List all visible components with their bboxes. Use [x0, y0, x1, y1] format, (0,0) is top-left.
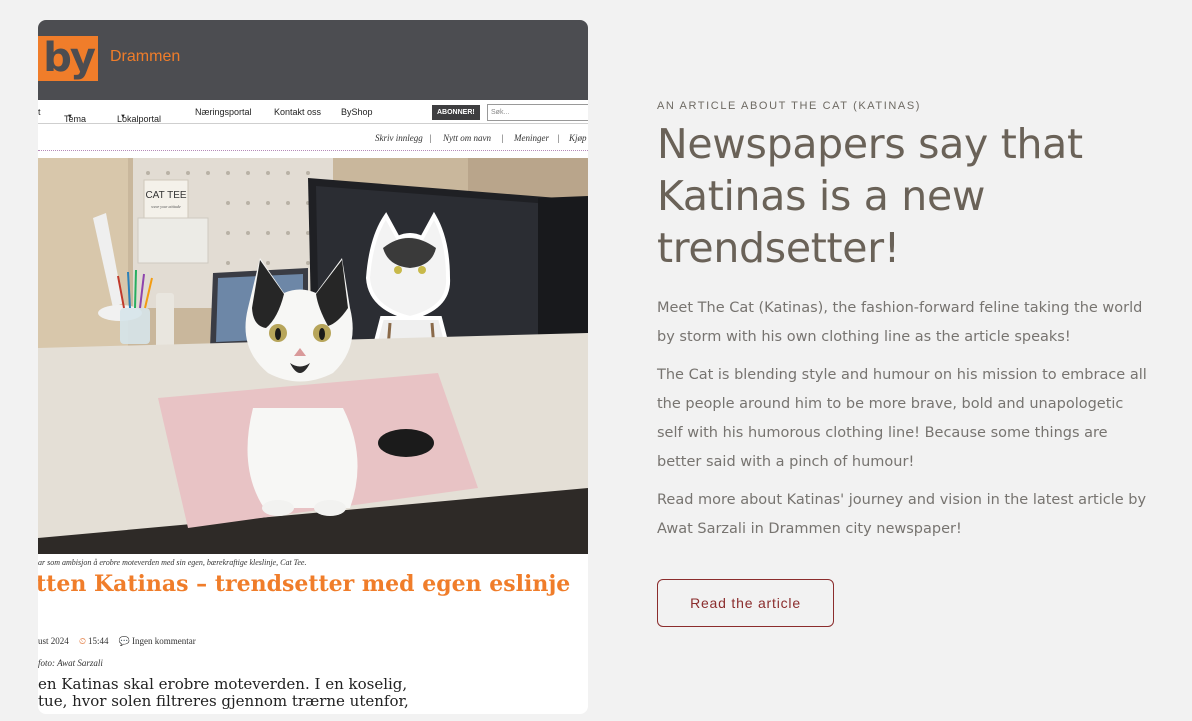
article-date: ust 2024	[38, 636, 69, 646]
sublink-skriv: Skriv innlegg	[375, 133, 423, 143]
mission-paragraph: The Cat is blending style and humour on …	[657, 367, 1147, 470]
photo-sign-subtext: wear your attitude	[151, 204, 181, 209]
newspaper-logo: by	[38, 36, 98, 81]
page-title: Newspapers say that Katinas is a new tre…	[657, 120, 1083, 272]
newspaper-search-box: Søk...	[487, 104, 588, 121]
caret-down-icon: ▼	[67, 114, 73, 120]
article-teaser: AN ARTICLE ABOUT THE CAT (KATINAS) Newsp…	[657, 100, 1147, 627]
sublink-kjop: Kjøp	[569, 133, 587, 143]
separator: |	[557, 133, 560, 143]
caret-down-icon: ▼	[120, 114, 126, 120]
subscribe-badge: ABONNER!	[432, 105, 480, 120]
intro-paragraph: Meet The Cat (Katinas), the fashion-forw…	[657, 300, 1143, 345]
read-article-button[interactable]: Read the article	[657, 579, 834, 627]
comment-icon: 💬	[118, 636, 131, 646]
clock-icon: ⏲	[79, 636, 87, 646]
newspaper-headline: tten Katinas – trendsetter med egen esli…	[38, 571, 571, 597]
sublink-nytt: Nytt om navn	[443, 133, 491, 143]
nav-item-naeringsportal: Næringsportal	[195, 107, 252, 117]
newspaper-nav: lt Tema▼ Lokalportal▼ Næringsportal Kont…	[38, 100, 588, 124]
newspaper-city: Drammen	[110, 48, 181, 65]
sublink-meninger: Meninger	[514, 133, 549, 143]
article-meta: ust 2024 ⏲ 15:44 💬 Ingen kommentar	[38, 636, 196, 647]
cat-desk-photo: CAT TEE wear your attitude	[38, 158, 588, 554]
nav-item-byshop: ByShop	[341, 107, 373, 117]
eyebrow-label: AN ARTICLE ABOUT THE CAT (KATINAS)	[657, 100, 922, 112]
separator: |	[501, 133, 504, 143]
photo-sign-text: CAT TEE	[145, 190, 186, 201]
read-more-paragraph: Read more about Katinas' journey and vis…	[657, 492, 1147, 537]
newspaper-sublinks: Skriv innlegg | Nytt om navn | Meninger …	[38, 124, 588, 151]
comment-count: Ingen kommentar	[132, 636, 196, 646]
separator: |	[429, 133, 432, 143]
newspaper-header: by Drammen	[38, 20, 588, 100]
newspaper-body: en Katinas skal erobre moteverden. I en …	[38, 676, 588, 710]
nav-item-kontakt: Kontakt oss	[274, 107, 322, 117]
photo-caption: ar som ambisjon å erobre moteverden med …	[38, 558, 307, 567]
body-line: tue, hvor solen filtreres gjennom trærne…	[38, 692, 409, 710]
article-screenshot-image: by Drammen lt Tema▼ Lokalportal▼ Nærings…	[38, 20, 588, 714]
body-line: en Katinas skal erobre moteverden. I en …	[38, 675, 408, 693]
photo-credit: foto: Awat Sarzali	[38, 658, 103, 668]
article-time: 15:44	[88, 636, 109, 646]
nav-item-cut: lt	[38, 107, 41, 117]
